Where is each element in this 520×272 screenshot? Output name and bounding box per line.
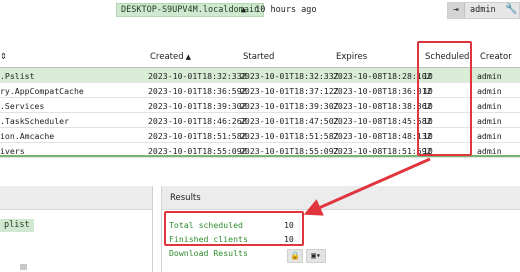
cell-started: 2023-10-01T18:51:58Z	[240, 131, 339, 141]
last-seen-status: ▲ 10 hours ago	[241, 5, 317, 15]
user-menu: ⇥ admin 🔧	[447, 2, 520, 19]
cell-created: 2023-10-01T18:39:30Z	[148, 101, 247, 111]
cell-creator: admin	[477, 71, 502, 81]
save-icon: ▣▾	[311, 251, 321, 260]
cell-started: 2023-10-01T18:39:30Z	[240, 101, 339, 111]
cell-creator: admin	[477, 116, 502, 126]
cell-creator: admin	[477, 131, 502, 141]
hunt-overview-panel: plist	[0, 186, 153, 272]
cell-creator: admin	[477, 86, 502, 96]
cell-creator: admin	[477, 101, 502, 111]
lock-button[interactable]: 🔒	[287, 249, 303, 263]
results-title: Results	[162, 186, 520, 210]
cell-name: .Services	[0, 101, 45, 111]
cell-created: 2023-10-01T18:51:58Z	[148, 131, 247, 141]
cell-name: ry.AppCompatCache	[0, 86, 84, 96]
col-header-created[interactable]: Created ▲	[150, 52, 191, 62]
panel-handle[interactable]	[20, 264, 27, 270]
warning-icon: ▲	[241, 5, 247, 15]
cell-created: 2023-10-01T18:36:59Z	[148, 86, 247, 96]
cell-created: 2023-10-01T18:46:26Z	[148, 116, 247, 126]
download-results-link[interactable]: Download Results	[169, 248, 248, 258]
cell-name: .TaskScheduler	[0, 116, 70, 126]
col-header-started[interactable]: Started	[243, 52, 274, 62]
col-header-creator[interactable]: Creator	[480, 52, 512, 62]
cell-created: 2023-10-01T18:32:33Z	[148, 71, 247, 81]
cell-started: 2023-10-01T18:47:50Z	[240, 116, 339, 126]
artifact-badge[interactable]: plist	[0, 219, 34, 232]
cell-name: .Pslist	[0, 71, 35, 81]
cell-started: 2023-10-01T18:32:33Z	[240, 71, 339, 81]
sort-handle-icon[interactable]: ⇕	[0, 52, 7, 62]
scheduled-column-highlight	[417, 41, 472, 156]
sort-asc-icon: ▲	[185, 53, 192, 61]
results-highlight	[164, 211, 304, 246]
logout-button[interactable]: ⇥	[448, 3, 465, 18]
panel-header	[0, 186, 152, 210]
top-bar: DESKTOP-S9UPV4M.localdomain ▲ 10 hours a…	[0, 0, 520, 24]
cell-started: 2023-10-01T18:37:12Z	[240, 86, 339, 96]
lock-icon: 🔒	[290, 251, 300, 260]
save-dropdown-button[interactable]: ▣▾	[306, 249, 326, 263]
wrench-icon[interactable]: 🔧	[505, 4, 517, 15]
last-seen-text: 10 hours ago	[255, 5, 317, 15]
username-label[interactable]: admin	[470, 5, 496, 15]
logout-icon: ⇥	[453, 5, 459, 15]
cell-name: ion.Amcache	[0, 131, 55, 141]
col-header-expires[interactable]: Expires	[336, 52, 367, 62]
